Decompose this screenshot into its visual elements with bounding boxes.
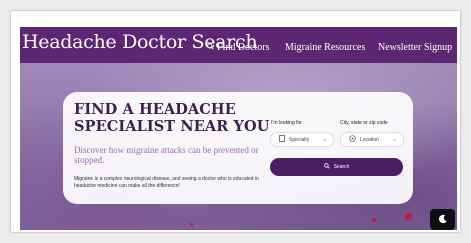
hero-subheadline: Discover how migraine attacks can be pre… bbox=[74, 145, 259, 165]
moon-icon bbox=[438, 211, 448, 229]
nav-find-doctors-label: Find Doctors bbox=[217, 42, 270, 53]
specialty-select[interactable]: Specialty ⌄ bbox=[270, 132, 334, 147]
specialty-value: Specialty bbox=[289, 136, 310, 143]
search-card: FIND A HEADACHE SPECIALIST NEAR YOU Disc… bbox=[63, 92, 413, 204]
hero-blurb: Migraine is a complex neurological disea… bbox=[74, 176, 259, 189]
site-header: Headache Doctor Search Find Doctors Migr… bbox=[20, 27, 457, 63]
search-button-label: Search bbox=[333, 164, 350, 170]
location-pin-icon bbox=[349, 135, 356, 144]
decorative-flower bbox=[190, 223, 193, 226]
location-value: Location bbox=[360, 136, 379, 143]
looking-for-label: I'm looking for bbox=[271, 120, 302, 126]
search-icon bbox=[207, 42, 214, 53]
decorative-flower bbox=[372, 218, 376, 222]
location-select[interactable]: Location ⌄ bbox=[340, 132, 404, 147]
nav-migraine-resources[interactable]: Migraine Resources bbox=[285, 42, 365, 53]
decorative-flower bbox=[405, 213, 412, 220]
nav-find-doctors[interactable]: Find Doctors bbox=[207, 42, 270, 53]
nav-newsletter-signup[interactable]: Newsletter Signup bbox=[378, 42, 452, 53]
hero-headline: FIND A HEADACHE SPECIALIST NEAR YOU bbox=[74, 101, 270, 135]
clipboard-icon bbox=[279, 135, 285, 144]
location-label: City, state or zip code bbox=[340, 120, 388, 126]
search-button[interactable]: Search bbox=[270, 158, 403, 176]
dark-mode-toggle[interactable] bbox=[430, 209, 455, 230]
search-icon bbox=[323, 163, 330, 171]
chevron-down-icon: ⌄ bbox=[321, 137, 327, 143]
chevron-down-icon: ⌄ bbox=[391, 137, 397, 143]
